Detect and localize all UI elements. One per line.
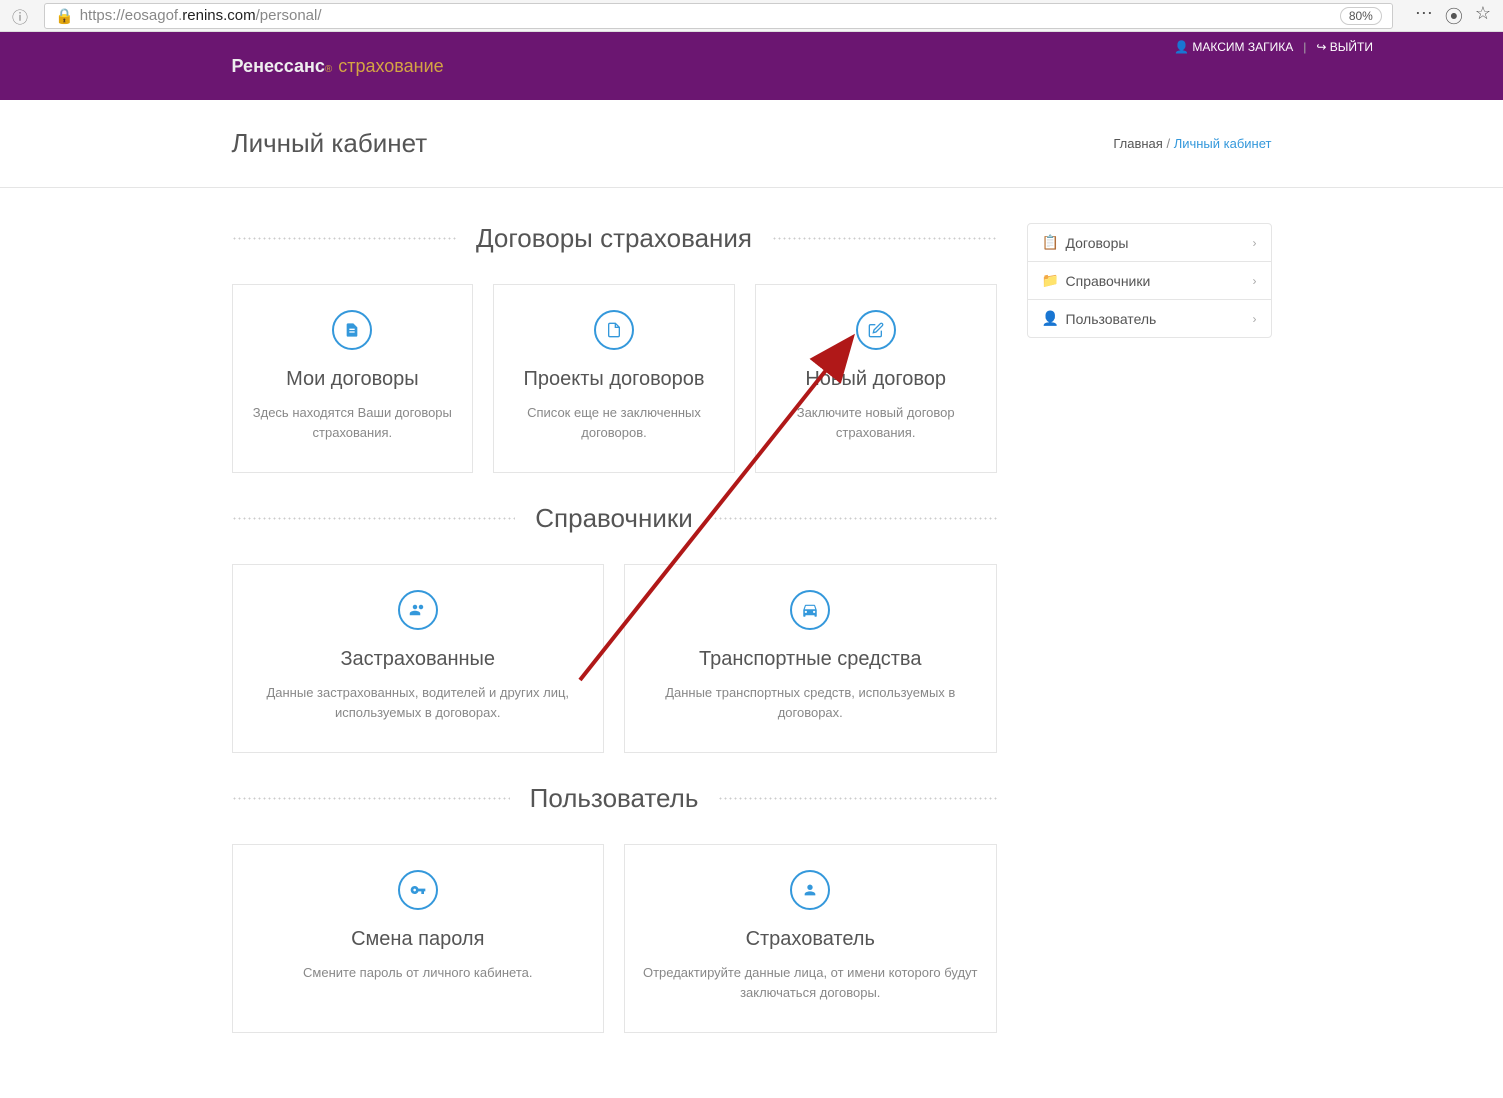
logout-link[interactable]: ↪ ВЫЙТИ: [1316, 40, 1373, 54]
divider: |: [1303, 40, 1306, 54]
card-desc: Заключите новый договор страхования.: [771, 403, 981, 442]
card-draft-contracts[interactable]: Проекты договоров Список еще не заключен…: [493, 284, 735, 473]
card-insured[interactable]: Застрахованные Данные застрахованных, во…: [232, 564, 605, 753]
card-title: Смена пароля: [248, 928, 589, 951]
sidebar-item-contracts[interactable]: 📋 Договоры ›: [1028, 224, 1271, 262]
card-title: Застрахованные: [248, 648, 589, 671]
card-desc: Данные транспортных средств, используемы…: [640, 683, 981, 722]
card-title: Проекты договоров: [509, 368, 719, 391]
card-desc: Данные застрахованных, водителей и други…: [248, 683, 589, 722]
user-icon: 👤: [1042, 310, 1058, 327]
section-title-directories: Справочники: [515, 503, 713, 534]
url-input[interactable]: 🔒 https://eosagof.renins.com/personal/ 8…: [44, 3, 1393, 29]
car-icon: [790, 590, 830, 630]
user-profile-link[interactable]: 👤 МАКСИМ ЗАГИКА: [1174, 40, 1293, 54]
logo-main: Ренессанс: [232, 56, 325, 77]
edit-icon: [856, 310, 896, 350]
page-title: Личный кабинет: [232, 128, 428, 159]
card-policyholder[interactable]: Страхователь Отредактируйте данные лица,…: [624, 844, 997, 1033]
sidebar-item-label: Пользователь: [1066, 311, 1157, 327]
section-title-user: Пользователь: [510, 783, 719, 814]
bookmark-star-icon[interactable]: ☆: [1475, 3, 1491, 29]
breadcrumb-current: Личный кабинет: [1174, 136, 1272, 151]
sidebar-item-user[interactable]: 👤 Пользователь ›: [1028, 300, 1271, 337]
decorative-dots: [232, 236, 456, 242]
user-icon: 👤: [1174, 40, 1189, 54]
person-icon: [790, 870, 830, 910]
menu-dots-icon[interactable]: ⋯: [1415, 3, 1433, 29]
site-header: 👤 МАКСИМ ЗАГИКА | ↪ ВЫЙТИ Ренессанс® стр…: [0, 32, 1503, 100]
zoom-badge[interactable]: 80%: [1340, 7, 1382, 25]
card-change-password[interactable]: Смена пароля Смените пароль от личного к…: [232, 844, 605, 1033]
reader-icon[interactable]: ⦿: [1445, 3, 1463, 29]
card-new-contract[interactable]: Новый договор Заключите новый договор ст…: [755, 284, 997, 473]
breadcrumb-home[interactable]: Главная: [1113, 136, 1162, 151]
decorative-dots: [232, 516, 516, 522]
url-prefix: https://eosagof.: [80, 7, 183, 24]
decorative-dots: [232, 796, 510, 802]
card-title: Мои договоры: [248, 368, 458, 391]
file-icon: [594, 310, 634, 350]
users-icon: [398, 590, 438, 630]
chevron-right-icon: ›: [1253, 312, 1257, 326]
lock-icon: 🔒: [55, 7, 74, 25]
card-vehicles[interactable]: Транспортные средства Данные транспортны…: [624, 564, 997, 753]
logout-icon: ↪: [1316, 40, 1326, 54]
logout-label: ВЫЙТИ: [1330, 40, 1373, 54]
card-desc: Отредактируйте данные лица, от имени кот…: [640, 963, 981, 1002]
url-path: /personal/: [256, 7, 322, 24]
side-menu: 📋 Договоры › 📁 Справочники › 👤 Пользоват…: [1027, 223, 1272, 338]
user-name: МАКСИМ ЗАГИКА: [1192, 40, 1293, 54]
folder-icon: 📁: [1042, 272, 1058, 289]
chevron-right-icon: ›: [1253, 274, 1257, 288]
url-domain: renins.com: [182, 7, 255, 24]
breadcrumb: Главная / Личный кабинет: [1113, 136, 1271, 151]
decorative-dots: [718, 796, 996, 802]
card-title: Страхователь: [640, 928, 981, 951]
section-title-contracts: Договоры страхования: [456, 223, 772, 254]
decorative-dots: [772, 236, 996, 242]
card-desc: Список еще не заключенных договоров.: [509, 403, 719, 442]
card-title: Новый договор: [771, 368, 981, 391]
chevron-right-icon: ›: [1253, 236, 1257, 250]
document-icon: [332, 310, 372, 350]
card-my-contracts[interactable]: Мои договоры Здесь находятся Ваши догово…: [232, 284, 474, 473]
logo-sub: страхование: [338, 56, 443, 77]
logo[interactable]: Ренессанс® страхование: [232, 56, 444, 77]
card-desc: Смените пароль от личного кабинета.: [248, 963, 589, 983]
browser-address-bar: ⓘ 🔒 https://eosagof.renins.com/personal/…: [0, 0, 1503, 32]
registered-icon: ®: [325, 64, 332, 75]
sidebar-item-directories[interactable]: 📁 Справочники ›: [1028, 262, 1271, 300]
sidebar-item-label: Справочники: [1066, 273, 1151, 289]
decorative-dots: [713, 516, 997, 522]
key-icon: [398, 870, 438, 910]
paste-icon: 📋: [1042, 234, 1058, 251]
card-title: Транспортные средства: [640, 648, 981, 671]
card-desc: Здесь находятся Ваши договоры страховани…: [248, 403, 458, 442]
sidebar-item-label: Договоры: [1066, 235, 1129, 251]
page-subheader: Личный кабинет Главная / Личный кабинет: [0, 100, 1503, 188]
breadcrumb-separator: /: [1166, 136, 1173, 151]
